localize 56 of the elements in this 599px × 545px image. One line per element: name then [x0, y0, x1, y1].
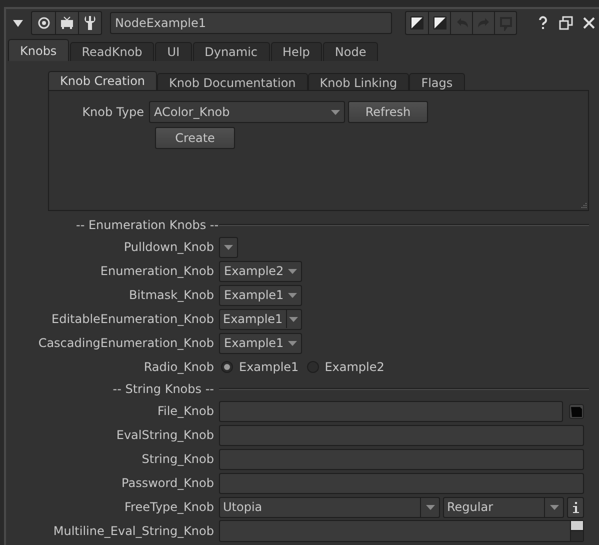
field-label: FreeType_Knob — [124, 499, 215, 516]
tab[interactable]: Flags — [409, 73, 465, 90]
text-field[interactable] — [219, 472, 584, 494]
caret-icon — [289, 316, 298, 322]
node-name-field[interactable]: NodeExample1 — [110, 12, 392, 34]
tab[interactable]: Help — [270, 42, 322, 61]
caret-icon — [426, 504, 434, 510]
tab[interactable]: Knob Documentation — [157, 73, 308, 90]
knob-type-label: Knob Type — [81, 104, 145, 121]
section-heading: -- String Knobs -- — [112, 381, 215, 398]
knob-type-dropdown[interactable]: AColor_Knob — [149, 101, 345, 123]
dropdown[interactable]: Example1 — [219, 332, 302, 354]
tab[interactable]: ReadKnob — [70, 42, 154, 61]
refresh-button[interactable]: Refresh — [348, 101, 428, 123]
dropdown[interactable]: Example2 — [219, 260, 302, 282]
pulldown-menu[interactable] — [219, 236, 238, 258]
caret-icon — [224, 244, 233, 250]
caret-icon — [288, 268, 297, 274]
caret-icon — [288, 340, 297, 346]
field-label: EditableEnumeration_Knob — [50, 311, 215, 328]
field-label: Multiline_Eval_String_Knob — [52, 523, 215, 540]
tab[interactable]: UI — [155, 42, 192, 61]
editable-dropdown[interactable]: Example1 — [219, 308, 302, 330]
caret-icon — [331, 110, 340, 114]
field-label: Pulldown_Knob — [122, 239, 215, 256]
field-label: File_Knob — [156, 403, 215, 420]
field-label: String_Knob — [140, 451, 215, 468]
text-field[interactable] — [219, 448, 584, 470]
field-label: Enumeration_Knob — [99, 263, 215, 280]
field-label: EvalString_Knob — [115, 427, 215, 444]
caret-icon — [288, 292, 297, 298]
info-icon[interactable] — [567, 496, 584, 518]
create-button[interactable]: Create — [155, 127, 235, 149]
text-field[interactable] — [219, 400, 563, 422]
field-label: Password_Knob — [120, 475, 215, 492]
field-label: CascadingEnumeration_Knob — [37, 335, 215, 352]
caret-icon — [550, 504, 558, 510]
radio-label: Example1 — [239, 359, 299, 376]
dropdown[interactable]: Example1 — [219, 284, 302, 306]
font-dropdown[interactable]: Utopia — [219, 496, 440, 518]
radio-button[interactable] — [221, 361, 233, 373]
scrollbar[interactable] — [570, 521, 583, 541]
field-label: Radio_Knob — [142, 359, 215, 376]
style-dropdown[interactable]: Regular — [443, 496, 564, 518]
close-icon[interactable] — [581, 15, 597, 31]
float-window-icon[interactable] — [558, 15, 574, 31]
text-field[interactable] — [219, 424, 584, 446]
field-label: Bitmask_Knob — [128, 287, 215, 304]
tab[interactable]: Knobs — [8, 39, 69, 61]
tab[interactable]: Dynamic — [192, 42, 270, 61]
tab[interactable]: Knob Linking — [308, 73, 410, 90]
section-heading: -- Enumeration Knobs -- — [75, 217, 219, 234]
tab[interactable]: Node — [322, 42, 378, 61]
tab[interactable]: Knob Creation — [48, 71, 158, 90]
radio-label: Example2 — [324, 359, 384, 376]
resize-grip-icon[interactable] — [580, 202, 587, 209]
